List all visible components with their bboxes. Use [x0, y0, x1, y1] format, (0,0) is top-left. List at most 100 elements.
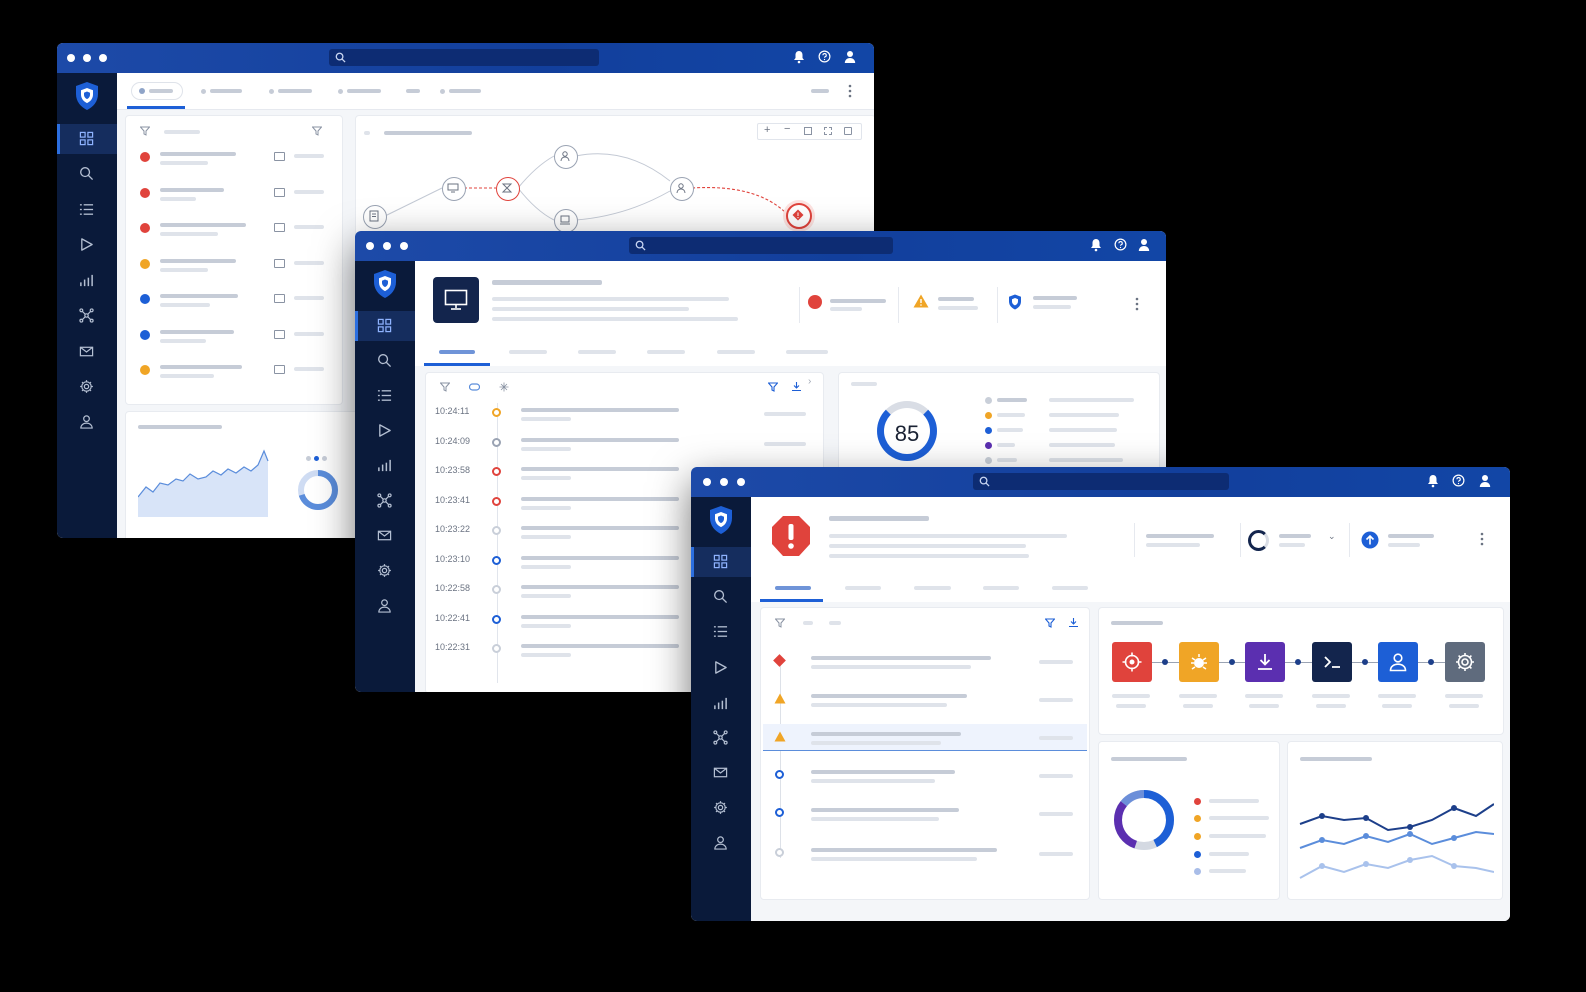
filter-icon[interactable]: [1045, 618, 1055, 628]
bell-icon[interactable]: [793, 50, 805, 64]
kill-chain-stage[interactable]: [1444, 642, 1485, 682]
sidebar-item-analytics[interactable]: [57, 266, 117, 296]
terminal-icon: [1323, 656, 1340, 668]
sidebar-item-list[interactable]: [355, 381, 415, 411]
tab[interactable]: [845, 586, 881, 590]
sidebar: [57, 73, 120, 538]
window-close-dot[interactable]: [366, 242, 374, 250]
help-icon[interactable]: [818, 50, 831, 63]
donut-chart: [1114, 790, 1174, 850]
sidebar-item-network[interactable]: [355, 486, 415, 516]
bell-icon[interactable]: [1427, 474, 1439, 488]
bell-icon[interactable]: [1090, 238, 1102, 252]
trend-point: [1407, 857, 1413, 863]
sidebar-item-list[interactable]: [57, 195, 117, 225]
sidebar-item-search[interactable]: [57, 159, 117, 189]
sidebar-item-dashboard[interactable]: [355, 311, 418, 341]
chevron-right-icon[interactable]: ›: [808, 376, 811, 387]
filter-icon[interactable]: [768, 382, 778, 392]
filter-icon[interactable]: [312, 126, 322, 136]
tab[interactable]: [1052, 586, 1088, 590]
sparkle-icon[interactable]: [499, 382, 509, 392]
tab[interactable]: [578, 350, 616, 354]
tab[interactable]: [786, 350, 828, 354]
window-close-dot[interactable]: [703, 478, 711, 486]
graph-node-user[interactable]: [554, 145, 578, 169]
sidebar-item-profile[interactable]: [57, 407, 117, 437]
tab[interactable]: [983, 586, 1019, 590]
graph-node-host[interactable]: [442, 177, 466, 201]
trend-line: [1299, 830, 1494, 849]
kill-chain-stage[interactable]: [1311, 642, 1352, 682]
kill-chain-stage[interactable]: [1245, 642, 1285, 682]
download-icon[interactable]: [1068, 617, 1079, 628]
chevron-down-icon[interactable]: ⌄: [1328, 531, 1336, 542]
window-maximize-dot[interactable]: [99, 54, 107, 62]
filter-icon[interactable]: [140, 126, 150, 136]
window-minimize-dot[interactable]: [83, 54, 91, 62]
graph-node-file[interactable]: [363, 205, 387, 229]
window-minimize-dot[interactable]: [720, 478, 728, 486]
sidebar-item-list[interactable]: [691, 617, 751, 647]
tab[interactable]: [509, 350, 547, 354]
donut-chart: [298, 470, 338, 510]
search-input[interactable]: [629, 237, 893, 254]
help-icon[interactable]: [1452, 474, 1465, 487]
window-maximize-dot[interactable]: [737, 478, 745, 486]
sidebar-item-playbooks[interactable]: [57, 230, 117, 260]
monitor-icon: [444, 289, 468, 310]
user-icon[interactable]: [1138, 238, 1150, 252]
graph-node-process[interactable]: [496, 177, 520, 201]
sidebar-item-profile[interactable]: [691, 828, 751, 858]
tab-overview[interactable]: [439, 350, 475, 354]
sidebar-item-settings[interactable]: [691, 793, 751, 823]
window-close-dot[interactable]: [67, 54, 75, 62]
tab-overview[interactable]: [775, 586, 811, 590]
link-icon[interactable]: [469, 382, 480, 392]
tab[interactable]: [717, 350, 755, 354]
filter-icon[interactable]: [775, 618, 785, 628]
title-bar: [355, 231, 1166, 261]
more-icon[interactable]: [1135, 297, 1139, 311]
sidebar-item-dashboard[interactable]: [57, 124, 120, 154]
sidebar-item-dashboard[interactable]: [691, 547, 754, 577]
kill-chain-stage[interactable]: [1178, 642, 1219, 682]
sidebar-item-settings[interactable]: [355, 556, 415, 586]
sidebar-item-analytics[interactable]: [691, 689, 751, 719]
filter-icon[interactable]: [440, 382, 450, 392]
kill-chain-stage[interactable]: [1378, 642, 1418, 682]
window-minimize-dot[interactable]: [383, 242, 391, 250]
trend-point: [1451, 805, 1457, 811]
user-icon[interactable]: [844, 50, 856, 64]
sidebar-item-search[interactable]: [691, 582, 751, 612]
sidebar-item-playbooks[interactable]: [691, 653, 751, 683]
graph-node-threat[interactable]: [786, 203, 812, 229]
more-icon[interactable]: [1480, 532, 1484, 546]
tab[interactable]: [647, 350, 685, 354]
tab-active[interactable]: [131, 82, 183, 100]
sidebar-item-network[interactable]: [691, 723, 751, 753]
sidebar-item-settings[interactable]: [57, 372, 117, 402]
help-icon[interactable]: [1114, 238, 1127, 251]
search-input[interactable]: [973, 473, 1229, 490]
sidebar-item-mail[interactable]: [57, 337, 117, 367]
download-icon[interactable]: [791, 381, 802, 392]
sidebar-item-analytics[interactable]: [355, 451, 415, 481]
sidebar-item-profile[interactable]: [355, 591, 415, 621]
graph-node-laptop[interactable]: [554, 209, 578, 233]
user-icon[interactable]: [1479, 474, 1491, 488]
sidebar-item-playbooks[interactable]: [355, 416, 415, 446]
sidebar-item-mail[interactable]: [355, 521, 415, 551]
trend-line: [1299, 803, 1494, 832]
more-icon[interactable]: [848, 84, 852, 98]
search-input[interactable]: [329, 49, 599, 66]
tab[interactable]: [406, 89, 420, 93]
sidebar-item-search[interactable]: [355, 346, 415, 376]
tab[interactable]: [914, 586, 951, 590]
sidebar: [691, 497, 754, 921]
sidebar-item-network[interactable]: [57, 301, 117, 331]
kill-chain-stage[interactable]: [1112, 642, 1152, 682]
graph-node-user[interactable]: [670, 177, 694, 201]
sidebar-item-mail[interactable]: [691, 758, 751, 788]
window-maximize-dot[interactable]: [400, 242, 408, 250]
